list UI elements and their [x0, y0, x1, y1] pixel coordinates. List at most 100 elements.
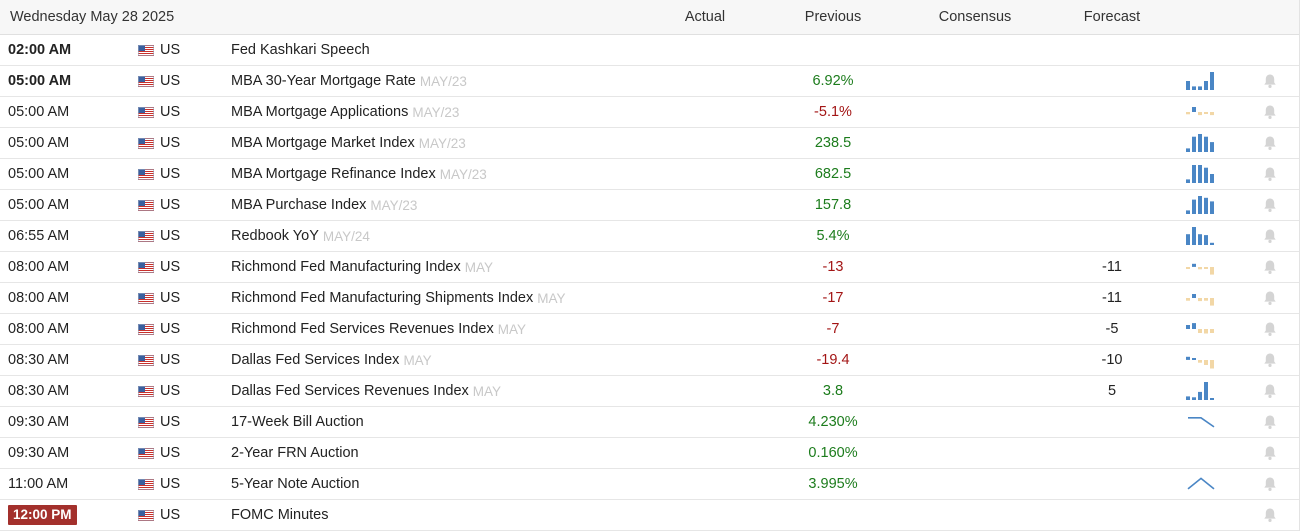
- chart-bar: [1204, 81, 1208, 90]
- event-name[interactable]: MBA Purchase Index: [231, 197, 366, 213]
- trend-chart[interactable]: [1176, 66, 1226, 96]
- event-row[interactable]: 08:00 AM US Richmond Fed Manufacturing Shi…: [0, 283, 1299, 314]
- event-row[interactable]: 05:00 AM US MBA Mortgage Refinance Index MA…: [0, 159, 1299, 190]
- column-header-previous[interactable]: Previous: [768, 0, 898, 34]
- alert-bell-button[interactable]: [1258, 376, 1282, 406]
- event-name[interactable]: 2-Year FRN Auction: [231, 445, 359, 461]
- event-name[interactable]: Richmond Fed Manufacturing Index: [231, 259, 461, 275]
- event-name-cell[interactable]: 2-Year FRN Auction: [231, 438, 359, 468]
- event-name-cell[interactable]: Dallas Fed Services Revenues Index MAY: [231, 376, 501, 406]
- country-flag: [138, 345, 154, 375]
- event-row[interactable]: 05:00 AM US MBA Purchase Index MAY/23 157.8: [0, 190, 1299, 221]
- alert-bell-button[interactable]: [1258, 283, 1282, 313]
- event-name[interactable]: FOMC Minutes: [231, 507, 329, 523]
- previous-value: 3.8: [822, 383, 844, 399]
- event-row[interactable]: 02:00 AM US Fed Kashkari Speech: [0, 35, 1299, 66]
- country-code: US: [160, 135, 181, 151]
- us-flag-icon: [138, 323, 154, 335]
- event-name-cell[interactable]: Fed Kashkari Speech: [231, 35, 370, 65]
- event-row[interactable]: 08:00 AM US Richmond Fed Services Revenues…: [0, 314, 1299, 345]
- event-name-cell[interactable]: 17-Week Bill Auction: [231, 407, 364, 437]
- event-row[interactable]: 08:30 AM US Dallas Fed Services Index MAY -1…: [0, 345, 1299, 376]
- previous-value: -17: [822, 290, 844, 306]
- alert-bell-button[interactable]: [1258, 252, 1282, 282]
- trend-chart[interactable]: [1176, 97, 1226, 127]
- bell-icon: [1264, 260, 1276, 274]
- event-name[interactable]: Fed Kashkari Speech: [231, 42, 370, 58]
- alert-bell-button[interactable]: [1258, 314, 1282, 344]
- event-row[interactable]: 05:00 AM US MBA Mortgage Market Index MAY/2…: [0, 128, 1299, 159]
- trend-chart[interactable]: [1176, 190, 1226, 220]
- event-name-cell[interactable]: MBA Mortgage Market Index MAY/23: [231, 128, 466, 158]
- trend-chart[interactable]: [1176, 283, 1226, 313]
- event-row[interactable]: 12:00 PM US FOMC Minutes: [0, 500, 1299, 531]
- column-header-forecast[interactable]: Forecast: [1047, 0, 1177, 34]
- event-name-cell[interactable]: MBA Mortgage Applications MAY/23: [231, 97, 459, 127]
- trend-chart[interactable]: [1176, 438, 1226, 468]
- event-name[interactable]: Richmond Fed Manufacturing Shipments Ind…: [231, 290, 533, 306]
- chart-bar: [1204, 267, 1208, 269]
- trend-chart[interactable]: [1176, 221, 1226, 251]
- event-name-cell[interactable]: Dallas Fed Services Index MAY: [231, 345, 432, 375]
- event-row[interactable]: 05:00 AM US MBA 30-Year Mortgage Rate MAY/2…: [0, 66, 1299, 97]
- chart-bar: [1186, 267, 1190, 269]
- event-name[interactable]: 17-Week Bill Auction: [231, 414, 364, 430]
- trend-chart[interactable]: [1176, 252, 1226, 282]
- event-name-cell[interactable]: Richmond Fed Manufacturing Shipments Ind…: [231, 283, 566, 313]
- event-name[interactable]: 5-Year Note Auction: [231, 476, 359, 492]
- event-row[interactable]: 06:55 AM US Redbook YoY MAY/24 5.4%: [0, 221, 1299, 252]
- date-heading: Wednesday May 28 2025: [10, 9, 175, 25]
- alert-bell-button[interactable]: [1258, 345, 1282, 375]
- event-name[interactable]: Richmond Fed Services Revenues Index: [231, 321, 494, 337]
- chart-bar: [1198, 86, 1202, 90]
- alert-bell-button[interactable]: [1258, 500, 1282, 530]
- event-name[interactable]: MBA 30-Year Mortgage Rate: [231, 73, 416, 89]
- event-name[interactable]: Dallas Fed Services Revenues Index: [231, 383, 469, 399]
- alert-bell-button[interactable]: [1258, 97, 1282, 127]
- event-name[interactable]: MBA Mortgage Applications: [231, 104, 408, 120]
- trend-chart[interactable]: [1176, 35, 1226, 65]
- forecast-value: [1047, 97, 1177, 127]
- event-name-cell[interactable]: MBA Purchase Index MAY/23: [231, 190, 417, 220]
- alert-bell-button[interactable]: [1258, 128, 1282, 158]
- event-name-cell[interactable]: FOMC Minutes: [231, 500, 329, 530]
- event-row[interactable]: 09:30 AM US 2-Year FRN Auction 0.160%: [0, 438, 1299, 469]
- event-row[interactable]: 08:30 AM US Dallas Fed Services Revenues I…: [0, 376, 1299, 407]
- trend-chart[interactable]: [1176, 469, 1226, 499]
- event-name[interactable]: MBA Mortgage Refinance Index: [231, 166, 436, 182]
- consensus-value: [910, 252, 1040, 282]
- alert-bell-button[interactable]: [1258, 66, 1282, 96]
- trend-chart[interactable]: [1176, 376, 1226, 406]
- trend-chart[interactable]: [1176, 314, 1226, 344]
- event-row[interactable]: 08:00 AM US Richmond Fed Manufacturing Ind…: [0, 252, 1299, 283]
- event-name-cell[interactable]: 5-Year Note Auction: [231, 469, 359, 499]
- trend-chart[interactable]: [1176, 128, 1226, 158]
- event-row[interactable]: 05:00 AM US MBA Mortgage Applications MAY/2…: [0, 97, 1299, 128]
- trend-chart[interactable]: [1176, 345, 1226, 375]
- event-name-cell[interactable]: Richmond Fed Services Revenues Index MAY: [231, 314, 526, 344]
- event-name[interactable]: MBA Mortgage Market Index: [231, 135, 415, 151]
- event-row[interactable]: 11:00 AM US 5-Year Note Auction 3.995%: [0, 469, 1299, 500]
- trend-chart[interactable]: [1176, 407, 1226, 437]
- column-header-actual[interactable]: Actual: [640, 0, 770, 34]
- alert-bell-button[interactable]: [1258, 159, 1282, 189]
- alert-bell-button[interactable]: [1258, 190, 1282, 220]
- consensus-value: [910, 469, 1040, 499]
- event-name-cell[interactable]: MBA Mortgage Refinance Index MAY/23: [231, 159, 487, 189]
- event-name[interactable]: Redbook YoY: [231, 228, 319, 244]
- chart-bar: [1186, 234, 1190, 245]
- mini-bar-chart: [1186, 356, 1214, 369]
- country-flag: [138, 159, 154, 189]
- event-name[interactable]: Dallas Fed Services Index: [231, 352, 399, 368]
- alert-bell-button[interactable]: [1258, 221, 1282, 251]
- column-header-consensus[interactable]: Consensus: [910, 0, 1040, 34]
- event-name-cell[interactable]: Richmond Fed Manufacturing Index MAY: [231, 252, 493, 282]
- event-name-cell[interactable]: Redbook YoY MAY/24: [231, 221, 370, 251]
- alert-bell-button[interactable]: [1258, 469, 1282, 499]
- event-name-cell[interactable]: MBA 30-Year Mortgage Rate MAY/23: [231, 66, 467, 96]
- alert-bell-button[interactable]: [1258, 407, 1282, 437]
- trend-chart[interactable]: [1176, 159, 1226, 189]
- trend-chart[interactable]: [1176, 500, 1226, 530]
- event-row[interactable]: 09:30 AM US 17-Week Bill Auction 4.230%: [0, 407, 1299, 438]
- alert-bell-button[interactable]: [1258, 438, 1282, 468]
